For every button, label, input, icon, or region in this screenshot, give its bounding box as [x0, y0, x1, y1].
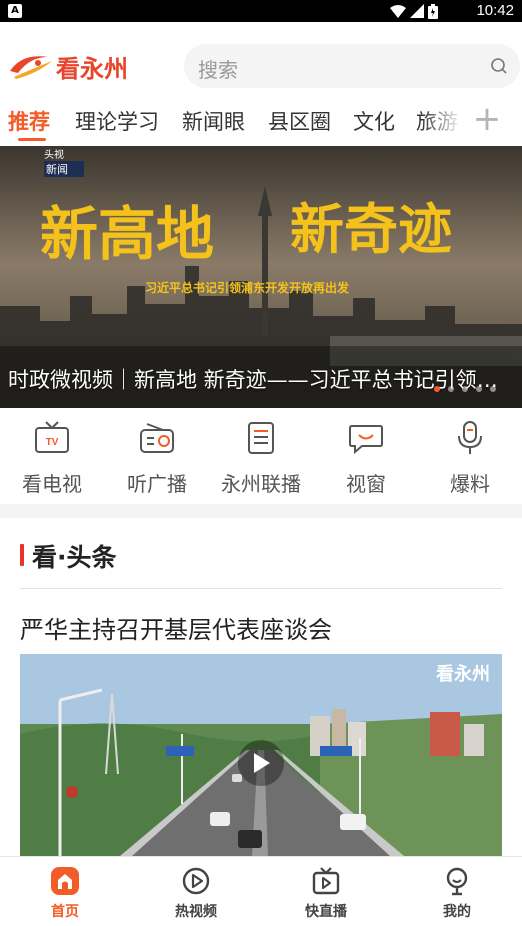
chat-bubble-icon	[349, 425, 383, 455]
logo-swoosh-icon	[10, 56, 52, 79]
quick-item-report[interactable]: 爆料	[418, 418, 522, 502]
news-badge: 头视 新闻	[44, 146, 84, 177]
svg-text:TV: TV	[46, 437, 59, 448]
quick-item-radio[interactable]: 听广播	[105, 418, 209, 502]
search-icon[interactable]	[490, 57, 508, 75]
tabs-fade	[422, 98, 462, 144]
article-video-thumbnail[interactable]: 看永州	[20, 654, 502, 856]
quick-label-radio: 听广播	[127, 472, 187, 496]
bottom-navigation: 首页 热视频 快直播 我的	[0, 856, 522, 926]
article-title[interactable]: 严华主持召开基层代表座谈会	[20, 610, 332, 645]
signal-icon	[410, 4, 424, 18]
headline-section: 看·头条 严华主持召开基层代表座谈会 看永州	[0, 518, 522, 856]
carousel-dot-active[interactable]	[434, 386, 440, 392]
wifi-icon	[390, 5, 406, 18]
profile-icon	[446, 867, 468, 896]
nav-label-hot-video: 热视频	[175, 904, 217, 920]
battery-icon	[428, 3, 438, 19]
tv-icon: TV	[35, 421, 69, 453]
nav-home[interactable]: 首页	[15, 865, 115, 923]
radio-icon	[140, 423, 174, 453]
nav-label-profile: 我的	[443, 904, 471, 920]
quick-label-report: 爆料	[450, 472, 490, 496]
play-circle-icon	[182, 867, 210, 895]
tab-recommend[interactable]: 推荐	[8, 106, 50, 136]
status-time: 10:42	[476, 2, 514, 19]
live-tv-icon	[312, 867, 340, 895]
home-icon	[51, 867, 79, 895]
section-rule	[20, 588, 502, 589]
banner-headline-1: 新高地	[40, 200, 214, 268]
section-accent-bar	[20, 544, 24, 566]
document-icon	[248, 422, 274, 454]
status-icons	[390, 3, 438, 19]
banner-carousel[interactable]: 新高地 新奇迹 习近平总书记引领浦东开发开放再出发 头视 新闻 时政微视频｜新高…	[0, 146, 522, 408]
section-divider	[0, 504, 522, 518]
quick-item-yongzhou-broadcast[interactable]: 永州联播	[209, 418, 313, 502]
quick-menu: TV 看电视 听广播 永州联播 视窗 爆料	[0, 408, 522, 504]
plus-icon[interactable]: +	[472, 102, 502, 138]
quick-label-tv: 看电视	[22, 472, 82, 496]
notification-a-icon: A	[8, 4, 22, 18]
tab-news-eye[interactable]: 新闻眼	[182, 106, 245, 136]
banner-caption[interactable]: 时政微视频｜新高地 新奇迹——习近平总书记引领浦东开发开放再出发	[8, 364, 504, 394]
quick-item-tv[interactable]: TV 看电视	[0, 418, 104, 502]
quick-item-window[interactable]: 视窗	[314, 418, 418, 502]
carousel-dot[interactable]	[490, 386, 496, 392]
status-bar: A 10:42	[0, 0, 522, 22]
play-icon	[254, 753, 270, 773]
section-title: 看·头条	[32, 543, 117, 572]
banner-headline-2: 新奇迹	[290, 197, 452, 261]
quick-label-window: 视窗	[346, 472, 386, 496]
category-tabs: 推荐 理论学习 新闻眼 县区圈 文化 旅游 +	[0, 98, 522, 144]
logo-text: 看永州	[56, 54, 128, 83]
carousel-dot[interactable]	[448, 386, 454, 392]
quick-label-broadcast: 永州联播	[221, 472, 301, 496]
tab-culture[interactable]: 文化	[353, 106, 395, 136]
app-logo[interactable]: 看永州	[8, 46, 138, 86]
active-tab-indicator	[18, 138, 46, 141]
nav-label-live: 快直播	[305, 904, 347, 920]
nav-live[interactable]: 快直播	[276, 865, 376, 923]
tab-county-circle[interactable]: 县区圈	[268, 106, 331, 136]
carousel-dot[interactable]	[476, 386, 482, 392]
carousel-dot[interactable]	[462, 386, 468, 392]
nav-hot-video[interactable]: 热视频	[146, 865, 246, 923]
video-watermark-logo: 看永州	[436, 664, 490, 685]
microphone-icon	[458, 421, 482, 454]
search-placeholder[interactable]: 搜索	[198, 54, 238, 83]
play-button[interactable]	[238, 740, 284, 786]
tab-theory-study[interactable]: 理论学习	[75, 106, 159, 136]
nav-profile[interactable]: 我的	[407, 865, 507, 923]
nav-label-home: 首页	[51, 904, 79, 920]
banner-subtitle: 习近平总书记引领浦东开发开放再出发	[145, 280, 350, 295]
search-bar[interactable]: 搜索	[184, 44, 520, 88]
